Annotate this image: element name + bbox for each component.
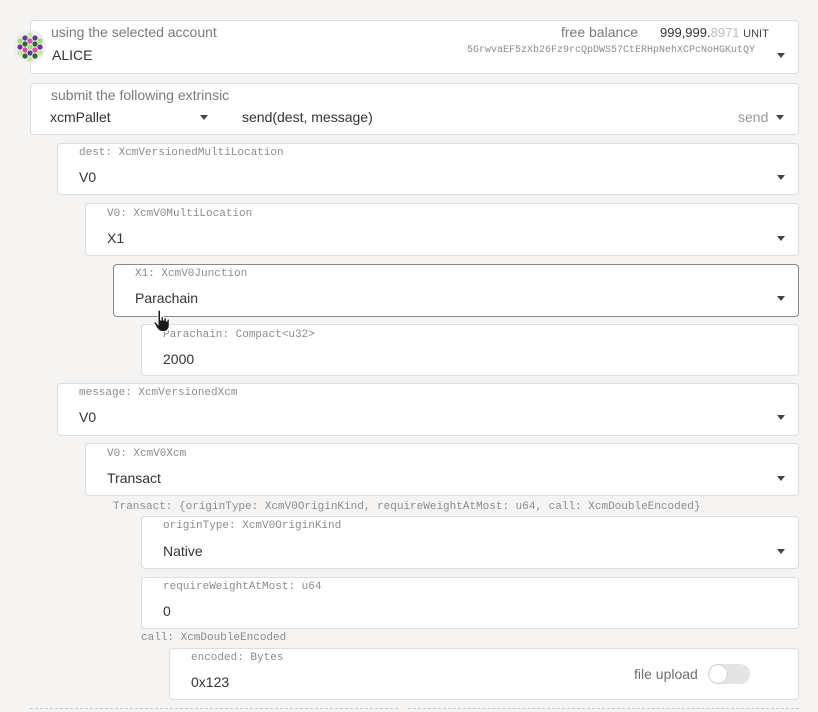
- method-value: send: [738, 109, 769, 125]
- free-balance-value: 999,999.8971 UNIT: [660, 25, 769, 40]
- bottom-divider-left: [30, 708, 398, 709]
- origin-type-value: Native: [163, 543, 203, 559]
- chevron-down-icon: [777, 549, 785, 554]
- call-label: call: XcmDoubleEncoded: [141, 632, 287, 644]
- dest-x1-value: Parachain: [135, 290, 199, 306]
- message-v0-label: V0: XcmV0Xcm: [107, 448, 187, 460]
- message-label: message: XcmVersionedXcm: [79, 387, 238, 399]
- dest-v0-value: X1: [107, 230, 125, 246]
- dest-dropdown[interactable]: dest: XcmVersionedMultiLocation V0: [57, 143, 799, 195]
- bottom-divider-right: [408, 708, 799, 709]
- parachain-value: 2000: [163, 351, 195, 367]
- extrinsic-selector: submit the following extrinsic xcmPallet…: [30, 83, 799, 135]
- message-v0-dropdown[interactable]: V0: XcmV0Xcm Transact: [85, 443, 799, 496]
- file-upload-toggle[interactable]: [708, 664, 750, 684]
- chevron-down-icon: [776, 115, 784, 120]
- pallet-value: xcmPallet: [50, 109, 111, 125]
- require-weight-label: requireWeightAtMost: u64: [163, 581, 322, 593]
- require-weight-input[interactable]: requireWeightAtMost: u64 0: [141, 577, 799, 629]
- pallet-dropdown[interactable]: xcmPallet: [31, 104, 221, 134]
- dest-x1-label: X1: XcmV0Junction: [135, 268, 248, 280]
- message-dropdown[interactable]: message: XcmVersionedXcm V0: [57, 383, 799, 436]
- file-upload-label: file upload: [634, 666, 698, 682]
- parachain-input[interactable]: Parachain: Compact<u32> 2000: [141, 324, 799, 376]
- dest-value: V0: [79, 169, 97, 185]
- identicon-icon: [14, 30, 46, 62]
- method-dropdown[interactable]: send(dest, message) send: [231, 104, 797, 134]
- dest-v0-label: V0: XcmV0MultiLocation: [107, 208, 253, 220]
- chevron-down-icon: [777, 236, 785, 241]
- account-name: ALICE: [52, 47, 93, 63]
- message-value: V0: [79, 409, 97, 425]
- parachain-label: Parachain: Compact<u32>: [163, 329, 315, 341]
- origin-type-label: originType: XcmV0OriginKind: [163, 520, 342, 532]
- extrinsic-label: submit the following extrinsic: [51, 87, 230, 103]
- hand-cursor-icon: [152, 309, 174, 333]
- account-label: using the selected account: [51, 24, 217, 40]
- message-v0-value: Transact: [107, 470, 161, 486]
- chevron-down-icon: [777, 415, 785, 420]
- call-signature: send(dest, message): [242, 109, 373, 125]
- chevron-down-icon: [200, 115, 208, 120]
- dest-v0-dropdown[interactable]: V0: XcmV0MultiLocation X1: [85, 203, 799, 256]
- dest-x1-dropdown[interactable]: X1: XcmV0Junction Parachain: [113, 264, 799, 317]
- dest-label: dest: XcmVersionedMultiLocation: [79, 147, 284, 159]
- transact-label: Transact: {originType: XcmV0OriginKind, …: [113, 501, 701, 513]
- encoded-value: 0x123: [191, 674, 230, 690]
- chevron-down-icon: [777, 175, 785, 180]
- chevron-down-icon: [777, 476, 785, 481]
- encoded-label: encoded: Bytes: [191, 652, 284, 664]
- require-weight-value: 0: [163, 603, 171, 619]
- toggle-knob: [709, 665, 727, 683]
- account-address: 5GrwvaEF5zXb26Fz9rcQpDWS57CtERHpNehXCPcN…: [467, 45, 756, 56]
- chevron-down-icon: [777, 296, 785, 301]
- encoded-input[interactable]: encoded: Bytes 0x123 file upload: [169, 648, 799, 700]
- account-selector[interactable]: using the selected account ALICE free ba…: [30, 20, 799, 74]
- free-balance-label: free balance: [561, 24, 639, 40]
- chevron-down-icon: [777, 53, 785, 58]
- origin-type-dropdown[interactable]: originType: XcmV0OriginKind Native: [141, 516, 799, 569]
